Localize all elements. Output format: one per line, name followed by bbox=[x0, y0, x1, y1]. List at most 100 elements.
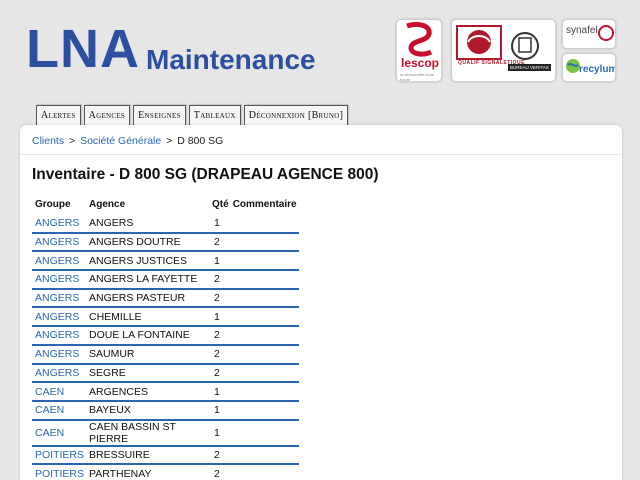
lescop-emblem-icon bbox=[406, 21, 433, 57]
inventory-rows: ANGERS ANGERS 1 ANGERS ANGERS DOUTRE 2 ANGERS A… bbox=[32, 214, 299, 480]
groupe-link[interactable]: ANGERS bbox=[32, 363, 87, 384]
table-row: CAEN BAYEUX 1 bbox=[32, 400, 299, 421]
tab-deconnexion[interactable]: Déconnexion [Bruno] bbox=[243, 105, 349, 126]
agence-cell: ARGENCES bbox=[86, 382, 211, 402]
tab-agences[interactable]: Agences bbox=[83, 105, 131, 126]
groupe-link[interactable]: ANGERS bbox=[32, 288, 87, 309]
tab-tableaux[interactable]: Tableaux bbox=[188, 105, 241, 126]
groupe-link[interactable]: CAEN bbox=[32, 419, 87, 447]
agence-cell: BAYEUX bbox=[86, 400, 211, 421]
breadcrumb-current: D 800 SG bbox=[177, 135, 224, 147]
agence-cell: ANGERS PASTEUR bbox=[86, 288, 211, 309]
table-row: ANGERS ANGERS 1 bbox=[32, 214, 299, 234]
table-row: ANGERS ANGERS JUSTICES 1 bbox=[32, 251, 299, 272]
header: LNA Maintenance lescop la démocratie nou… bbox=[0, 0, 640, 105]
agence-cell: CHEMILLE bbox=[86, 307, 211, 328]
header-qte: Qté bbox=[212, 198, 229, 210]
groupe-link[interactable]: CAEN bbox=[32, 382, 87, 402]
groupe-link[interactable]: ANGERS bbox=[32, 232, 87, 253]
table-row: ANGERS ANGERS PASTEUR 2 bbox=[32, 288, 299, 309]
groupe-link[interactable]: ANGERS bbox=[32, 344, 87, 365]
qte-cell: 1 bbox=[210, 400, 231, 421]
table-header-row: Groupe Agence Qté Commentaire bbox=[32, 194, 299, 214]
breadcrumb-clients[interactable]: Clients bbox=[32, 135, 64, 147]
header-groupe: Groupe bbox=[35, 198, 71, 210]
agence-cell: SAUMUR bbox=[86, 344, 211, 365]
qte-cell: 2 bbox=[210, 326, 231, 346]
table-row: CAEN CAEN BASSIN ST PIERRE 1 bbox=[32, 419, 299, 447]
commentaire-cell bbox=[230, 270, 299, 290]
commentaire-cell bbox=[230, 382, 299, 402]
groupe-link[interactable]: POITIERS bbox=[32, 464, 87, 480]
commentaire-cell bbox=[230, 464, 299, 480]
qualif-veritas-logo: QUALIF SIGNALETIQUE BUREAU VERITAS bbox=[451, 19, 556, 82]
commentaire-cell bbox=[230, 419, 299, 447]
agence-cell: ANGERS DOUTRE bbox=[86, 232, 211, 253]
commentaire-cell bbox=[230, 363, 299, 384]
tab-enseignes[interactable]: Enseignes bbox=[133, 105, 186, 126]
brand-logo-lna: LNA bbox=[26, 19, 140, 79]
commentaire-cell bbox=[230, 307, 299, 328]
groupe-link[interactable]: ANGERS bbox=[32, 326, 87, 346]
agence-cell: ANGERS JUSTICES bbox=[86, 251, 211, 272]
agence-cell: ANGERS bbox=[86, 214, 211, 234]
qte-cell: 2 bbox=[210, 288, 231, 309]
main-nav-tabs: Alertes Agences Enseignes Tableaux Décon… bbox=[36, 105, 349, 127]
breadcrumb-separator: > bbox=[166, 135, 173, 147]
veritas-label: BUREAU VERITAS bbox=[508, 64, 551, 71]
commentaire-cell bbox=[230, 232, 299, 253]
qte-cell: 1 bbox=[210, 307, 231, 328]
commentaire-cell bbox=[230, 251, 299, 272]
agence-cell: DOUE LA FONTAINE bbox=[86, 326, 211, 346]
agence-cell: BRESSUIRE bbox=[86, 445, 211, 466]
qte-cell: 1 bbox=[210, 251, 231, 272]
commentaire-cell bbox=[230, 288, 299, 309]
qte-cell: 2 bbox=[210, 464, 231, 480]
commentaire-cell bbox=[230, 344, 299, 365]
groupe-link[interactable]: CAEN bbox=[32, 400, 87, 421]
lescop-logo: lescop la démocratie nous fonde bbox=[396, 19, 442, 82]
breadcrumb-divider bbox=[20, 154, 622, 155]
qte-cell: 2 bbox=[210, 270, 231, 290]
table-row: ANGERS ANGERS DOUTRE 2 bbox=[32, 232, 299, 253]
qte-cell: 2 bbox=[210, 445, 231, 466]
qte-cell: 2 bbox=[210, 363, 231, 384]
agence-cell: CAEN BASSIN ST PIERRE bbox=[86, 419, 211, 447]
content-panel: Clients > Société Générale > D 800 SG In… bbox=[20, 125, 622, 480]
table-row: POITIERS BRESSUIRE 2 bbox=[32, 445, 299, 466]
synafel-swirl-icon bbox=[598, 25, 614, 41]
qte-cell: 1 bbox=[210, 419, 231, 447]
table-row: ANGERS ANGERS LA FAYETTE 2 bbox=[32, 270, 299, 290]
tab-alertes[interactable]: Alertes bbox=[36, 105, 81, 126]
table-row: ANGERS SAUMUR 2 bbox=[32, 344, 299, 365]
breadcrumb-societe[interactable]: Société Générale bbox=[80, 135, 161, 147]
page-title: Inventaire - D 800 SG (DRAPEAU AGENCE 80… bbox=[32, 166, 379, 183]
agence-cell: SEGRE bbox=[86, 363, 211, 384]
agence-cell: ANGERS LA FAYETTE bbox=[86, 270, 211, 290]
header-commentaire: Commentaire bbox=[232, 198, 297, 210]
recylum-wordmark: recylum bbox=[579, 64, 616, 75]
breadcrumb-separator: > bbox=[69, 135, 76, 147]
synafel-logo: synafel bbox=[562, 19, 616, 49]
qte-cell: 1 bbox=[210, 382, 231, 402]
table-row: ANGERS DOUE LA FONTAINE 2 bbox=[32, 326, 299, 346]
groupe-link[interactable]: ANGERS bbox=[32, 251, 87, 272]
groupe-link[interactable]: POITIERS bbox=[32, 445, 87, 466]
qte-cell: 2 bbox=[210, 232, 231, 253]
groupe-link[interactable]: ANGERS bbox=[32, 214, 87, 234]
commentaire-cell bbox=[230, 326, 299, 346]
groupe-link[interactable]: ANGERS bbox=[32, 270, 87, 290]
header-agence: Agence bbox=[89, 198, 126, 210]
table-row: ANGERS CHEMILLE 1 bbox=[32, 307, 299, 328]
breadcrumb: Clients > Société Générale > D 800 SG bbox=[32, 135, 223, 147]
lescop-tagline: la démocratie nous fonde bbox=[400, 72, 434, 82]
commentaire-cell bbox=[230, 445, 299, 466]
recylum-logo: recylum bbox=[562, 53, 616, 82]
brand-logo-maintenance: Maintenance bbox=[146, 44, 316, 75]
table-row: CAEN ARGENCES 1 bbox=[32, 382, 299, 402]
qualif-seal-icon bbox=[456, 25, 539, 60]
inventory-table: Groupe Agence Qté Commentaire ANGERS ANGE… bbox=[32, 194, 299, 480]
table-row: ANGERS SEGRE 2 bbox=[32, 363, 299, 384]
groupe-link[interactable]: ANGERS bbox=[32, 307, 87, 328]
qte-cell: 2 bbox=[210, 344, 231, 365]
